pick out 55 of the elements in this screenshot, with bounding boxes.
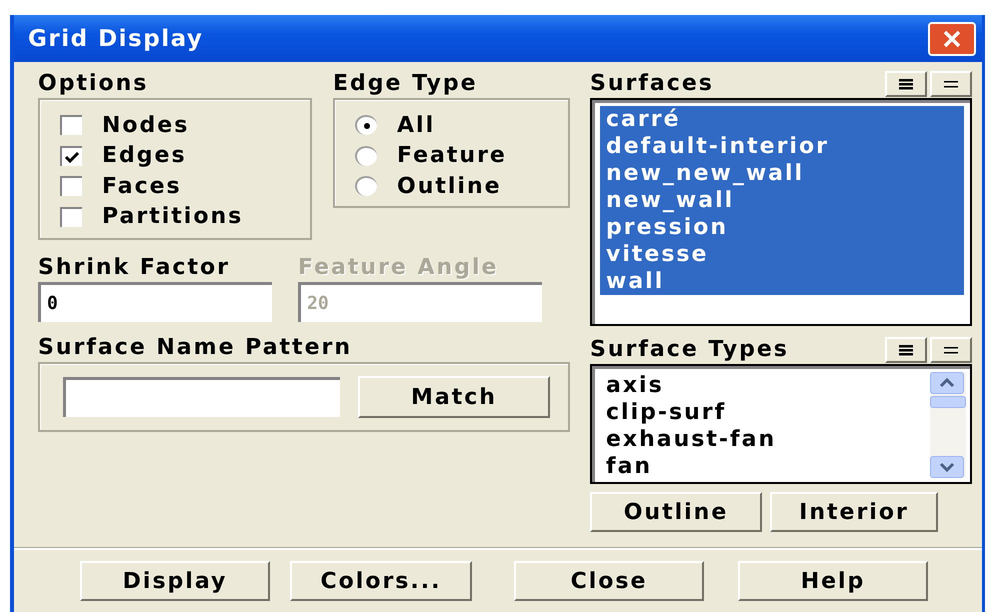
- select-all-button[interactable]: [885, 71, 927, 97]
- group-label: Surface Name Pattern: [38, 334, 354, 362]
- field-label: Shrink Factor: [38, 254, 231, 282]
- list-item[interactable]: carré: [600, 106, 964, 133]
- deselect-all-button[interactable]: [930, 71, 972, 97]
- dialog-button[interactable]: Help: [738, 561, 928, 601]
- close-icon: [942, 30, 962, 48]
- dialog-button[interactable]: Close: [514, 561, 704, 601]
- dialog-button[interactable]: Display: [80, 561, 270, 601]
- scroll-down-button[interactable]: [930, 456, 964, 478]
- scrollbar[interactable]: [930, 372, 966, 478]
- checkbox[interactable]: [60, 146, 82, 166]
- list-item[interactable]: vitesse: [600, 241, 964, 268]
- up-caret-icon: [939, 378, 955, 388]
- checkbox[interactable]: [60, 206, 82, 227]
- radio-button[interactable]: [355, 115, 377, 136]
- radio-button[interactable]: [355, 176, 377, 196]
- list-item[interactable]: wall: [600, 268, 964, 295]
- list-item[interactable]: pression: [600, 214, 964, 241]
- window-title: Grid Display: [28, 26, 204, 52]
- group-label: Options: [38, 70, 150, 98]
- deselect-all-button[interactable]: [930, 337, 972, 363]
- radio-button[interactable]: [355, 146, 377, 166]
- two-lines-icon: [944, 78, 958, 90]
- checkbox-label: Partitions: [102, 204, 244, 230]
- field-label: Feature Angle: [298, 254, 500, 282]
- checkbox-label: Edges: [102, 143, 187, 168]
- list-action-button[interactable]: Outline: [590, 492, 762, 532]
- checkbox[interactable]: [60, 176, 82, 196]
- three-lines-icon: [899, 78, 913, 90]
- radio-label: Outline: [397, 174, 502, 199]
- input-field[interactable]: 0: [38, 282, 272, 322]
- input-field[interactable]: [63, 377, 340, 417]
- scroll-up-button[interactable]: [930, 372, 964, 394]
- check-icon: [65, 150, 79, 163]
- list-action-button[interactable]: Interior: [770, 492, 938, 532]
- select-all-button[interactable]: [885, 337, 927, 363]
- down-caret-icon: [939, 462, 955, 472]
- checkbox-label: Faces: [102, 174, 182, 199]
- radio-label: All: [397, 112, 436, 138]
- three-lines-icon: [899, 344, 913, 356]
- list-item[interactable]: default-interior: [600, 133, 964, 160]
- match-button[interactable]: Match: [358, 376, 550, 418]
- list-label: Surfaces: [590, 70, 714, 98]
- list-item[interactable]: new_new_wall: [600, 160, 964, 187]
- dialog-button[interactable]: Colors...: [290, 561, 472, 601]
- close-button[interactable]: [928, 22, 976, 56]
- checkbox-label: Nodes: [102, 112, 190, 138]
- list-item[interactable]: new_wall: [600, 187, 964, 214]
- scroll-thumb[interactable]: [930, 396, 966, 408]
- list-label: Surface Types: [590, 336, 789, 364]
- radio-label: Feature: [397, 143, 507, 168]
- group-label: Edge Type: [333, 70, 479, 98]
- checkbox[interactable]: [60, 115, 82, 136]
- two-lines-icon: [944, 344, 958, 356]
